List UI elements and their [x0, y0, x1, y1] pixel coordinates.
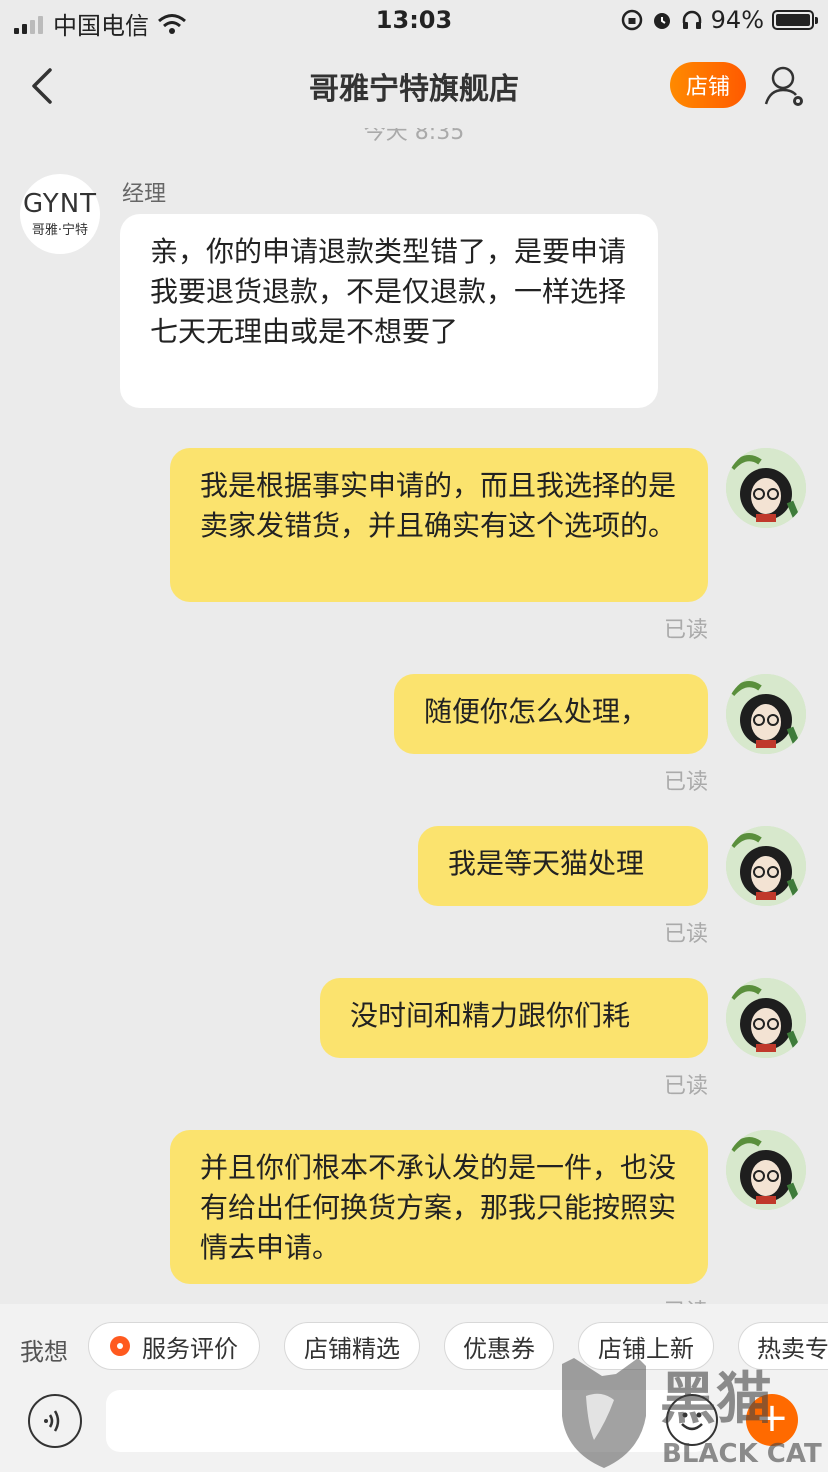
chip-shop-picks[interactable]: 店铺精选	[284, 1322, 420, 1370]
input-bar: +	[0, 1390, 828, 1472]
battery-icon	[772, 10, 818, 30]
voice-input-icon[interactable]	[28, 1394, 82, 1448]
chat-area[interactable]: 今天 8:35 GYNT 哥雅·宁特 经理 亲，你的申请退款类型错了，是要申请我…	[0, 128, 828, 1304]
message-bubble-outgoing[interactable]: 没时间和精力跟你们耗	[320, 978, 708, 1058]
message-bubble-outgoing[interactable]: 我是等天猫处理	[418, 826, 708, 906]
message-time: 今天 8:35	[363, 128, 465, 145]
flower-icon	[110, 1336, 130, 1356]
shop-avatar-logo: GYNT	[22, 188, 98, 219]
chip-label: 热卖专	[757, 1334, 828, 1363]
alarm-icon	[653, 13, 670, 29]
rotation-lock-icon	[621, 9, 642, 31]
status-right: 94%	[621, 6, 818, 34]
chip-label: 优惠券	[463, 1334, 535, 1363]
read-status: 已读	[663, 1074, 708, 1099]
chip-service-review[interactable]: 服务评价	[88, 1322, 260, 1370]
chip-label: 服务评价	[142, 1334, 238, 1363]
user-avatar[interactable]	[726, 826, 806, 906]
read-status: 已读	[664, 1294, 708, 1304]
message-bubble-outgoing[interactable]: 并且你们根本不承认发的是一件，也没有给出任何换货方案，那我只能按照实情去申请。	[170, 1130, 708, 1284]
user-avatar-image	[726, 674, 806, 754]
user-settings-icon[interactable]	[762, 62, 808, 110]
read-status: 已读	[663, 618, 708, 643]
user-avatar-image	[726, 1130, 806, 1210]
read-status: 已读	[663, 770, 708, 795]
chip-label: 店铺精选	[304, 1334, 400, 1363]
user-avatar[interactable]	[726, 978, 806, 1058]
shop-button[interactable]: 店铺	[670, 62, 746, 108]
chip-coupons[interactable]: 优惠券	[444, 1322, 554, 1370]
sender-name: 经理	[122, 182, 167, 207]
user-avatar-image	[726, 826, 806, 906]
message-bubble-incoming[interactable]: 亲，你的申请退款类型错了，是要申请我要退货退款，不是仅退款，一样选择七天无理由或…	[120, 214, 658, 408]
battery-percent: 94%	[710, 6, 764, 34]
nav-bar: 哥雅宁特旗舰店 店铺	[0, 44, 828, 128]
message-input[interactable]	[106, 1390, 710, 1452]
plus-icon[interactable]: +	[746, 1394, 798, 1446]
emoji-icon[interactable]	[666, 1394, 718, 1446]
quick-bar-label: 我想	[20, 1338, 68, 1366]
read-status: 已读	[663, 922, 708, 947]
user-avatar-image	[726, 978, 806, 1058]
quick-action-bar: 我想 服务评价 店铺精选 优惠券 店铺上新 热卖专	[0, 1304, 828, 1390]
chip-label: 店铺上新	[598, 1334, 694, 1363]
chip-hot-sales[interactable]: 热卖专	[738, 1322, 828, 1370]
status-bar: 中国电信 13:03 94%	[0, 0, 828, 44]
headphones-icon	[682, 10, 701, 29]
user-avatar[interactable]	[726, 1130, 806, 1210]
message-bubble-outgoing[interactable]: 随便你怎么处理，	[394, 674, 708, 754]
user-avatar-image	[726, 448, 806, 528]
message-bubble-outgoing[interactable]: 我是根据事实申请的，而且我选择的是卖家发错货，并且确实有这个选项的。	[170, 448, 708, 602]
shop-avatar[interactable]: GYNT 哥雅·宁特	[20, 174, 100, 254]
chip-new-arrivals[interactable]: 店铺上新	[578, 1322, 714, 1370]
user-avatar[interactable]	[726, 674, 806, 754]
user-avatar[interactable]	[726, 448, 806, 528]
shop-avatar-name: 哥雅·宁特	[31, 222, 89, 238]
